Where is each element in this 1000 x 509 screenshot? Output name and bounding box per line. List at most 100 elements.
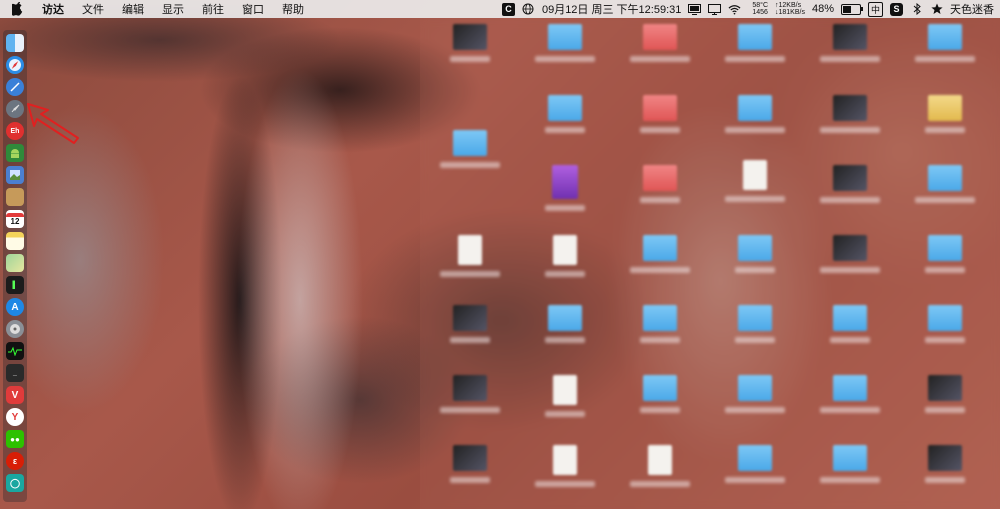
notes-book-icon[interactable] (6, 188, 24, 206)
notes-icon[interactable] (6, 232, 24, 250)
desktop-item[interactable] (530, 445, 600, 487)
desktop-item[interactable] (910, 95, 980, 133)
bluetooth-icon[interactable] (910, 3, 923, 16)
preview-icon[interactable] (6, 166, 24, 184)
user-name[interactable]: 天色迷香 (950, 1, 994, 17)
document-icon (553, 445, 577, 475)
menu-file[interactable]: 文件 (82, 1, 104, 17)
cmd-c-icon[interactable]: C (502, 3, 515, 16)
desktop-item[interactable] (815, 95, 885, 133)
desktop-item-label (820, 127, 880, 133)
desktop-item[interactable] (530, 24, 600, 62)
vivaldi-icon[interactable]: V (6, 386, 24, 404)
desktop-item[interactable] (720, 305, 790, 343)
desktop-item[interactable] (910, 445, 980, 483)
desktop-item[interactable] (435, 24, 505, 62)
menu-window[interactable]: 窗口 (242, 1, 264, 17)
desktop-item[interactable] (720, 95, 790, 133)
desktop-item[interactable] (910, 375, 980, 413)
document-icon (458, 235, 482, 265)
desktop-item-label (735, 337, 775, 343)
desktop-item[interactable] (910, 24, 980, 62)
yandex-icon[interactable]: Y (6, 408, 24, 426)
menu-view[interactable]: 显示 (162, 1, 184, 17)
menu-finder[interactable]: 访达 (42, 1, 64, 17)
desktop-item-label (725, 127, 785, 133)
menu-go[interactable]: 前往 (202, 1, 224, 17)
desktop-item[interactable] (815, 24, 885, 62)
desktop-item[interactable] (435, 305, 505, 343)
display-icon[interactable] (708, 3, 721, 16)
app-store-icon[interactable]: A (6, 298, 24, 316)
console-icon[interactable]: _ (6, 364, 24, 382)
apple-menu-icon[interactable] (12, 2, 26, 16)
activity-monitor-icon[interactable] (6, 342, 24, 360)
weibo-icon[interactable]: Eh (6, 122, 24, 140)
appstore-compass-icon[interactable] (6, 78, 24, 96)
desktop-item[interactable] (625, 24, 695, 62)
document-icon (553, 235, 577, 265)
desktop-item[interactable] (815, 445, 885, 483)
desktop-item-label (545, 127, 585, 133)
desktop-item-label (820, 56, 880, 62)
desktop-item[interactable] (530, 375, 600, 417)
maps-icon[interactable] (6, 254, 24, 272)
desktop-item[interactable] (815, 375, 885, 413)
launchpad-rocket-icon[interactable] (6, 100, 24, 118)
desktop-item[interactable] (910, 235, 980, 273)
terminal-icon[interactable]: ▌ (6, 276, 24, 294)
desktop-item[interactable] (435, 445, 505, 483)
menu-help[interactable]: 帮助 (282, 1, 304, 17)
desktop-item[interactable] (720, 445, 790, 483)
desktop-item[interactable] (815, 235, 885, 273)
menu-edit[interactable]: 编辑 (122, 1, 144, 17)
network-speed[interactable]: ↑12KB/s ↓181KB/s (775, 2, 805, 16)
desktop-item[interactable] (910, 305, 980, 343)
disk-utility-icon[interactable] (6, 320, 24, 338)
desktop-item[interactable] (815, 305, 885, 343)
desktop-item[interactable] (530, 95, 600, 133)
wifi-icon[interactable] (728, 3, 741, 16)
desktop-item[interactable] (530, 235, 600, 277)
desktop-item-label (925, 267, 965, 273)
desktop-item[interactable] (720, 160, 790, 202)
monitor-icon[interactable] (688, 3, 701, 16)
desktop-item[interactable] (625, 165, 695, 203)
desktop-item[interactable] (530, 305, 600, 343)
desktop-item[interactable] (625, 235, 695, 273)
desktop-item[interactable] (435, 375, 505, 413)
desktop-item[interactable] (625, 305, 695, 343)
android-icon[interactable] (6, 144, 24, 162)
netease-music-icon[interactable]: ε (6, 452, 24, 470)
s-app-icon[interactable]: S (890, 3, 903, 16)
desktop-item[interactable] (435, 130, 505, 168)
desktop-item[interactable] (435, 235, 505, 277)
globe-icon[interactable] (522, 3, 535, 16)
image-file-icon (453, 375, 487, 401)
desktop-item[interactable] (625, 375, 695, 413)
image-file-icon (453, 305, 487, 331)
safari-icon[interactable] (6, 56, 24, 74)
finder-icon[interactable] (6, 34, 24, 52)
desktop-item[interactable] (910, 165, 980, 203)
folder-icon (548, 95, 582, 121)
desktop-item[interactable] (720, 24, 790, 62)
desktop-item[interactable] (720, 235, 790, 273)
desktop-item[interactable] (625, 445, 695, 487)
red-annotation-arrow (26, 100, 82, 146)
desktop-item[interactable] (720, 375, 790, 413)
calendar-icon[interactable]: 12 (6, 210, 24, 228)
desktop-item[interactable] (530, 165, 600, 211)
menubar-clock[interactable]: 09月12日 周三 下午12:59:31 (542, 1, 681, 17)
wechat-work-icon[interactable]: ◯ (6, 474, 24, 492)
document-icon (648, 445, 672, 475)
desktop-item-label (640, 127, 680, 133)
star-icon[interactable] (930, 3, 943, 16)
desktop-item[interactable] (815, 165, 885, 203)
system-stats[interactable]: 58°C 1456 (752, 2, 768, 16)
input-method-indicator[interactable]: 中 (868, 2, 883, 17)
desktop-item-label (925, 407, 965, 413)
battery-icon[interactable] (841, 4, 861, 15)
desktop-item[interactable] (625, 95, 695, 133)
wechat-icon[interactable]: ●● (6, 430, 24, 448)
